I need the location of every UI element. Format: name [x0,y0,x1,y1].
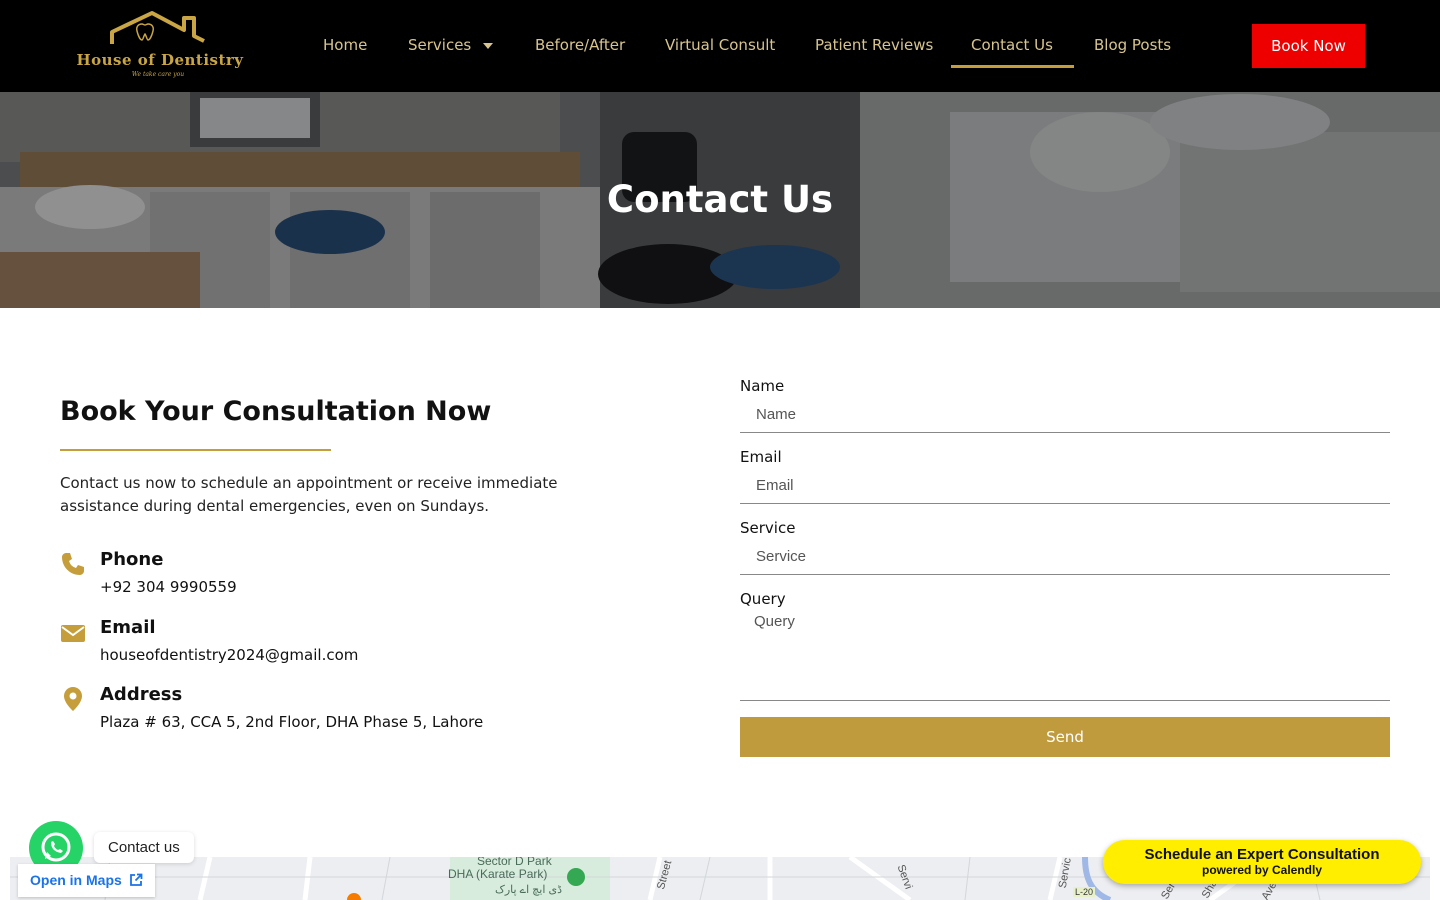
email-title: Email [100,617,156,638]
logo-tagline: We take care you [131,71,185,78]
external-link-icon [129,873,143,886]
nav-home[interactable]: Home [323,36,367,54]
page-title: Contact Us [606,178,834,221]
nav-contact-us[interactable]: Contact Us [971,36,1053,54]
name-input[interactable] [740,396,1390,433]
hero-banner: Contact Us [0,92,1440,308]
book-now-button[interactable]: Book Now [1252,24,1365,68]
logo-house-icon [110,11,205,44]
calendly-subtitle: powered by Calendly [1201,863,1323,877]
logo-text: House of Dentistry [76,51,244,69]
nav-patient-reviews[interactable]: Patient Reviews [815,36,933,54]
phone-icon [62,553,84,575]
chevron-down-icon[interactable] [483,43,493,49]
map-label-dha-karate-park: DHA (Karate Park) [448,867,548,881]
service-label: Service [740,519,796,537]
email-input[interactable] [740,467,1390,504]
consultation-heading: Book Your Consultation Now [60,396,492,427]
location-pin-icon [64,687,82,711]
map-label-l20: L-20 [1073,887,1096,897]
query-textarea[interactable] [740,607,1390,701]
calendly-badge[interactable]: Schedule an Expert Consultation powered … [1103,840,1421,884]
map-label-urdu: ڈی ایچ اے پارک [495,884,562,896]
nav-before-after[interactable]: Before/After [535,36,625,54]
calendly-title: Schedule an Expert Consultation [1144,846,1380,863]
email-address[interactable]: houseofdentistry2024@gmail.com [100,646,358,664]
phone-number[interactable]: +92 304 9990559 [100,578,237,596]
nav-virtual-consult[interactable]: Virtual Consult [665,36,775,54]
top-navbar: House of Dentistry We take care you Home… [0,0,1440,92]
heading-divider [60,449,331,451]
email-label: Email [740,448,782,466]
address-text: Plaza # 63, CCA 5, 2nd Floor, DHA Phase … [100,713,484,731]
open-in-maps-label: Open in Maps [30,872,122,888]
whatsapp-label[interactable]: Contact us [94,832,194,863]
open-in-maps-button[interactable]: Open in Maps [18,864,155,897]
send-button[interactable]: Send [740,717,1390,757]
name-label: Name [740,377,785,395]
intro-text: Contact us now to schedule an appointmen… [60,474,558,515]
phone-title: Phone [100,549,164,570]
address-title: Address [100,684,183,705]
mail-icon [61,625,85,642]
site-logo[interactable]: House of Dentistry We take care you [72,10,247,82]
nav-services[interactable]: Services [408,36,471,54]
query-label: Query [740,590,786,608]
active-nav-underline [951,65,1074,68]
service-input[interactable] [740,538,1390,575]
nav-blog-posts[interactable]: Blog Posts [1094,36,1171,54]
